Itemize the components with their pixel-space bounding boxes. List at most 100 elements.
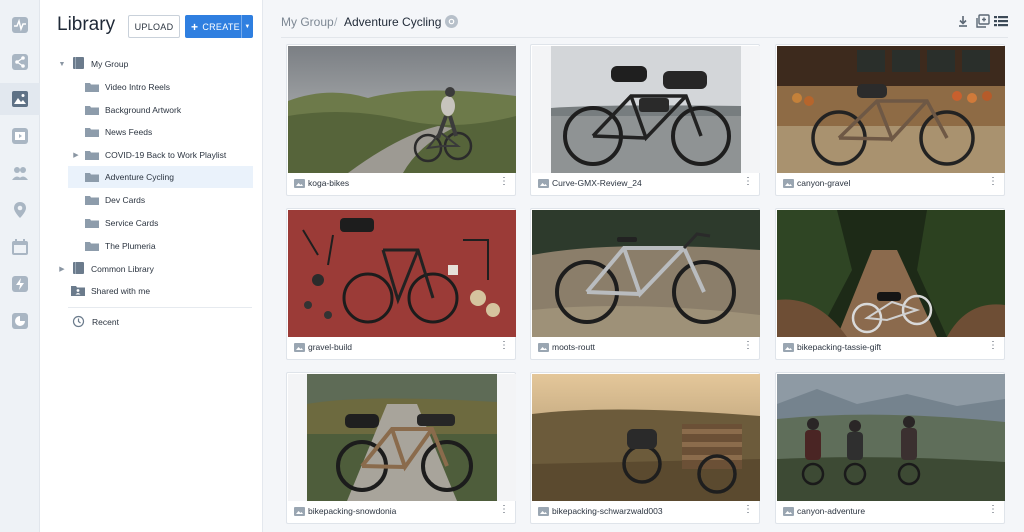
book-icon: [73, 262, 84, 274]
breadcrumb-separator: /: [334, 15, 338, 29]
upload-button[interactable]: UPLOAD: [128, 15, 180, 38]
image-icon: [538, 507, 549, 516]
tree-item-label: Dev Cards: [105, 195, 146, 205]
tree-item-label: Recent: [92, 317, 119, 327]
header-divider: [281, 37, 1008, 38]
folder-icon: [85, 128, 99, 137]
folder-settings-icon[interactable]: [445, 15, 458, 28]
image-icon: [294, 343, 305, 352]
folder-icon: [85, 106, 99, 115]
image-icon: [538, 343, 549, 352]
asset-card[interactable]: koga-bikes ⋮: [286, 44, 516, 196]
create-label: CREATE: [202, 21, 240, 32]
folder-icon: [85, 83, 99, 92]
divider: [68, 307, 252, 308]
breadcrumb-current: Adventure Cycling: [344, 15, 442, 29]
asset-name: koga-bikes: [308, 178, 350, 188]
asset-thumbnail[interactable]: [288, 374, 516, 501]
plus-icon: +: [191, 19, 199, 34]
asset-name: bikepacking-schwarzwald003: [552, 506, 663, 516]
asset-thumbnail[interactable]: [288, 46, 516, 173]
breadcrumb-parent[interactable]: My Group: [281, 15, 334, 29]
shared-folder-icon: [71, 286, 85, 296]
tree-item-shared-with-me[interactable]: Shared with me: [40, 280, 263, 302]
asset-thumbnail[interactable]: [777, 374, 1005, 501]
asset-card[interactable]: canyon-adventure ⋮: [775, 372, 1005, 524]
chevron-down-icon[interactable]: ▼: [57, 61, 67, 68]
image-icon: [783, 507, 794, 516]
asset-thumbnail[interactable]: [532, 374, 760, 501]
asset-card[interactable]: canyon-gravel ⋮: [775, 44, 1005, 196]
image-icon: [294, 179, 305, 188]
lightning-icon[interactable]: [0, 268, 40, 300]
asset-name: gravel-build: [308, 342, 352, 352]
tree-item-my-group[interactable]: ▼ My Group: [40, 53, 263, 75]
asset-name: moots-routt: [552, 342, 595, 352]
asset-card[interactable]: moots-routt ⋮: [530, 208, 760, 360]
more-options-icon[interactable]: ⋮: [988, 177, 998, 187]
tree-item-covid-19-playlist[interactable]: ▶ COVID-19 Back to Work Playlist: [40, 144, 263, 166]
more-options-icon[interactable]: ⋮: [988, 341, 998, 351]
asset-thumbnail[interactable]: [777, 46, 1005, 173]
asset-thumbnail[interactable]: [532, 210, 760, 337]
chevron-down-icon[interactable]: ▼: [241, 15, 253, 38]
asset-thumbnail[interactable]: [777, 210, 1005, 337]
tree-item-the-plumeria[interactable]: The Plumeria: [40, 235, 263, 257]
share-icon[interactable]: [0, 46, 40, 78]
tree-item-common-library[interactable]: ▶ Common Library: [40, 258, 263, 280]
tree-item-adventure-cycling[interactable]: Adventure Cycling: [68, 166, 253, 188]
library-title: Library: [57, 14, 116, 35]
asset-card[interactable]: gravel-build ⋮: [286, 208, 516, 360]
folder-icon: [85, 151, 99, 160]
analytics-icon[interactable]: [0, 305, 40, 337]
chevron-right-icon[interactable]: ▶: [57, 265, 67, 273]
tree-item-label: Service Cards: [105, 218, 159, 228]
tree-item-recent[interactable]: Recent: [40, 311, 263, 333]
more-options-icon[interactable]: ⋮: [988, 505, 998, 515]
tree-item-dev-cards[interactable]: Dev Cards: [40, 189, 263, 211]
create-button[interactable]: + CREATE ▼: [185, 15, 253, 38]
add-to-playlist-icon[interactable]: [976, 14, 990, 28]
tree-item-service-cards[interactable]: Service Cards: [40, 212, 263, 234]
folder-icon: [85, 196, 99, 205]
tree-item-video-intro-reels[interactable]: Video Intro Reels: [40, 76, 263, 98]
more-options-icon[interactable]: ⋮: [499, 505, 509, 515]
asset-name: Curve-GMX-Review_24: [552, 178, 642, 188]
more-options-icon[interactable]: ⋮: [743, 341, 753, 351]
asset-card[interactable]: Curve-GMX-Review_24 ⋮: [530, 44, 760, 196]
calendar-icon[interactable]: [0, 231, 40, 263]
asset-card[interactable]: bikepacking-snowdonia ⋮: [286, 372, 516, 524]
users-icon[interactable]: [0, 157, 40, 189]
media-icon[interactable]: [0, 120, 40, 152]
more-options-icon[interactable]: ⋮: [499, 341, 509, 351]
download-icon[interactable]: [956, 14, 970, 28]
more-options-icon[interactable]: ⋮: [499, 177, 509, 187]
asset-thumbnail[interactable]: [532, 46, 760, 173]
list-view-icon[interactable]: [994, 14, 1008, 28]
tree-item-label: Shared with me: [91, 286, 151, 296]
asset-card[interactable]: bikepacking-tassie-gift ⋮: [775, 208, 1005, 360]
more-options-icon[interactable]: ⋮: [743, 177, 753, 187]
tree-item-label: My Group: [91, 59, 129, 69]
tree-item-label: Adventure Cycling: [105, 172, 174, 182]
main-content: My Group / Adventure Cycling koga-bikes …: [263, 0, 1024, 532]
asset-name: bikepacking-snowdonia: [308, 506, 397, 516]
image-icon: [294, 507, 305, 516]
image-icon: [538, 179, 549, 188]
chevron-right-icon[interactable]: ▶: [71, 151, 81, 159]
more-options-icon[interactable]: ⋮: [743, 505, 753, 515]
asset-card[interactable]: bikepacking-schwarzwald003 ⋮: [530, 372, 760, 524]
asset-thumbnail[interactable]: [288, 210, 516, 337]
tree-item-label: The Plumeria: [105, 241, 156, 251]
tree-item-label: Video Intro Reels: [105, 82, 171, 92]
image-icon: [783, 179, 794, 188]
image-icon: [783, 343, 794, 352]
tree-item-label: Common Library: [91, 264, 154, 274]
app-nav-rail: [0, 0, 40, 532]
location-pin-icon[interactable]: [0, 194, 40, 226]
image-library-icon[interactable]: [0, 83, 40, 115]
tree-item-news-feeds[interactable]: News Feeds: [40, 121, 263, 143]
tree-item-label: Background Artwork: [105, 105, 182, 115]
activity-icon[interactable]: [0, 9, 40, 41]
tree-item-background-artwork[interactable]: Background Artwork: [40, 99, 263, 121]
